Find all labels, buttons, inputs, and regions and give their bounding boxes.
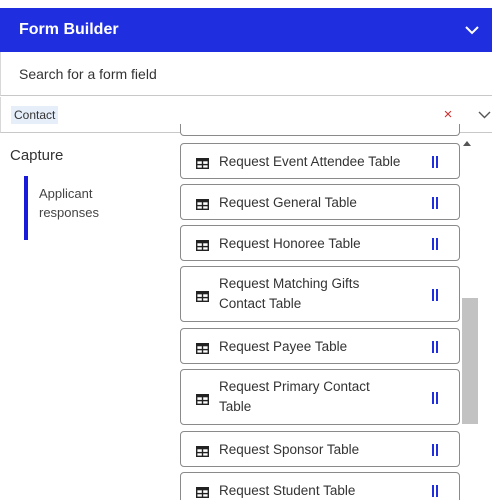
drag-handle-icon[interactable] [432, 156, 438, 168]
field-card[interactable]: Request Payee Table [180, 328, 460, 364]
collapse-chevron-icon[interactable] [462, 20, 482, 40]
section-navigation: Capture Applicant responses [0, 134, 160, 500]
field-card[interactable]: Request Primary Contact Table [180, 369, 460, 425]
field-card[interactable]: Request Event Attendee Table [180, 143, 460, 179]
field-card[interactable]: Request Sponsor Table [180, 431, 460, 467]
panel-title: Form Builder [19, 21, 119, 38]
nav-item-label-line1: Applicant [39, 186, 93, 201]
field-label: Request Event Attendee Table [219, 154, 401, 169]
field-search-input[interactable]: Search for a form field [0, 52, 492, 96]
nav-item-label-line2: responses [39, 205, 99, 220]
section-heading-capture: Capture [10, 147, 64, 164]
field-card[interactable]: Request Student Table [180, 472, 460, 500]
drag-handle-icon[interactable] [432, 485, 438, 497]
field-card[interactable]: Request Honoree Table [180, 225, 460, 261]
drag-handle-icon[interactable] [432, 238, 438, 250]
field-label: Request Primary Contact Table [219, 377, 370, 417]
field-label-line2: Contact Table [219, 296, 302, 311]
table-icon [195, 341, 210, 355]
field-label: Request Honoree Table [219, 236, 361, 251]
scroll-up-arrow-icon[interactable] [463, 141, 471, 146]
table-icon [195, 156, 210, 170]
clear-filter-icon[interactable]: × [439, 104, 457, 124]
scrollbar-thumb[interactable] [462, 298, 478, 424]
drag-handle-icon[interactable] [432, 444, 438, 456]
selected-filter-tag: Contact [11, 105, 59, 124]
table-icon [195, 197, 210, 211]
field-label-line1: Request Primary Contact [219, 379, 370, 394]
field-label: Request Sponsor Table [219, 442, 360, 457]
drag-handle-icon[interactable] [432, 289, 438, 301]
drag-handle-icon[interactable] [432, 392, 438, 404]
drag-handle-icon[interactable] [432, 197, 438, 209]
partial-field-card[interactable] [180, 124, 460, 136]
form-builder-header[interactable]: Form Builder [0, 8, 492, 52]
chevron-down-icon[interactable] [475, 105, 492, 125]
field-card[interactable]: Request General Table [180, 184, 460, 220]
drag-handle-icon[interactable] [432, 341, 438, 353]
field-label: Request General Table [219, 195, 357, 210]
table-icon [195, 392, 210, 406]
field-label: Request Matching Gifts Contact Table [219, 274, 359, 314]
table-icon [195, 289, 210, 303]
field-card[interactable]: Request Matching Gifts Contact Table [180, 266, 460, 322]
search-placeholder: Search for a form field [19, 65, 157, 82]
field-label-line1: Request Matching Gifts [219, 276, 360, 291]
table-icon [195, 444, 210, 458]
table-icon [195, 485, 210, 499]
table-icon [195, 238, 210, 252]
field-label: Request Payee Table [219, 339, 348, 354]
field-label-line2: Table [219, 399, 252, 414]
nav-item-applicant-responses[interactable]: Applicant responses [24, 176, 134, 240]
field-label: Request Student Table [219, 483, 356, 498]
